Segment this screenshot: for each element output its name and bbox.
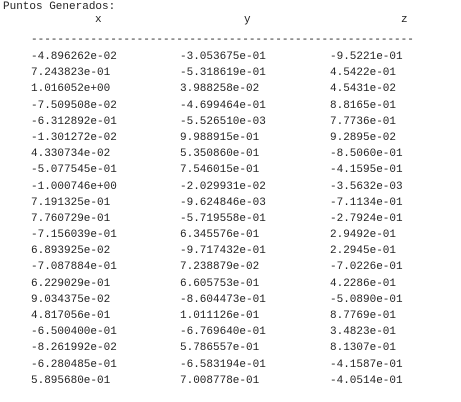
cell-x: -6.312892e-01 [31, 115, 117, 128]
cell-z: -8.5060e-01 [330, 148, 403, 161]
cell-z: -3.5632e-03 [330, 180, 403, 193]
cell-y: -5.526510e-03 [180, 115, 266, 128]
cell-x: -6.500400e-01 [31, 326, 117, 339]
cell-z: 2.9492e-01 [330, 229, 397, 242]
cell-x: 4.330734e-02 [31, 148, 111, 161]
cell-y: 5.350860e-01 [180, 148, 260, 161]
cell-x: 5.895680e-01 [31, 374, 111, 387]
cell-y: -2.029931e-02 [180, 180, 266, 193]
cell-z: 4.2286e-01 [330, 277, 397, 290]
table-row: -6.500400e-01 -6.769640e-01 3.4823e-01 [3, 324, 461, 340]
cell-x: 9.034375e-02 [31, 293, 111, 306]
table-row: -6.280485e-01 -6.583194e-01 -4.1587e-01 [3, 357, 461, 373]
cell-y: -9.624846e-03 [180, 196, 266, 209]
cell-z: -4.1595e-01 [330, 164, 403, 177]
cell-x: 7.243823e-01 [31, 67, 111, 80]
separator-line: ----------------------------------------… [31, 34, 414, 46]
cell-z: -7.0226e-01 [330, 261, 403, 274]
cell-x: -1.301272e-02 [31, 131, 117, 144]
cell-z: -4.1587e-01 [330, 358, 403, 371]
cell-x: 6.893925e-02 [31, 245, 111, 258]
table-row: 9.034375e-02 -8.604473e-01 -5.0890e-01 [3, 292, 461, 308]
cell-x: -7.156039e-01 [31, 229, 117, 242]
header-x: x [95, 14, 102, 26]
table-row: -1.301272e-02 9.988915e-01 9.2895e-02 [3, 130, 461, 146]
cell-y: 3.988258e-02 [180, 83, 260, 96]
cell-y: 7.008778e-01 [180, 374, 260, 387]
cell-x: -6.280485e-01 [31, 358, 117, 371]
cell-z: -7.1134e-01 [330, 196, 403, 209]
cell-z: 2.2945e-01 [330, 245, 397, 258]
cell-y: -6.583194e-01 [180, 358, 266, 371]
cell-z: 8.7769e-01 [330, 310, 397, 322]
table-row: 6.893925e-02 -9.717432e-01 2.2945e-01 [3, 243, 461, 259]
table-row: 5.895680e-01 7.008778e-01 -4.0514e-01 [3, 373, 461, 389]
cell-y: 7.546015e-01 [180, 164, 260, 177]
table-row: 7.760729e-01 -5.719558e-01 -2.7924e-01 [3, 211, 461, 227]
points-table: -4.896262e-02 -3.053675e-01 -9.5221e-01 7.2… [3, 49, 461, 389]
table-row: -5.077545e-01 7.546015e-01 -4.1595e-01 [3, 162, 461, 178]
header-z: z [401, 14, 408, 26]
cell-z: 9.2895e-02 [330, 131, 397, 144]
cell-z: 8.8165e-01 [330, 99, 397, 112]
table-row: 6.229029e-01 6.605753e-01 4.2286e-01 [3, 276, 461, 292]
cell-y: 9.988915e-01 [180, 131, 260, 144]
cell-z: -4.0514e-01 [330, 374, 403, 387]
table-row: -7.087884e-01 7.238879e-02 -7.0226e-01 [3, 259, 461, 275]
table-row: 7.191325e-01 -9.624846e-03 -7.1134e-01 [3, 195, 461, 211]
table-row: -1.000746e+00 -2.029931e-02 -3.5632e-03 [3, 179, 461, 195]
cell-x: 7.191325e-01 [31, 196, 111, 209]
output-title: Puntos Generados: [3, 1, 116, 13]
cell-y: -5.719558e-01 [180, 212, 266, 225]
cell-x: -1.000746e+00 [31, 180, 117, 193]
cell-y: -9.717432e-01 [180, 245, 266, 258]
cell-z: 8.1307e-01 [330, 342, 397, 355]
table-row: -4.896262e-02 -3.053675e-01 -9.5221e-01 [3, 49, 461, 65]
cell-y: -8.604473e-01 [180, 293, 266, 306]
cell-z: 4.5431e-02 [330, 83, 397, 96]
table-row: 7.243823e-01 -5.318619e-01 4.5422e-01 [3, 65, 461, 81]
cell-z: -2.7924e-01 [330, 212, 403, 225]
cell-x: -5.077545e-01 [31, 164, 117, 177]
cell-y: -4.699464e-01 [180, 99, 266, 112]
cell-x: -7.087884e-01 [31, 261, 117, 274]
table-row: -6.312892e-01 -5.526510e-03 7.7736e-01 [3, 114, 461, 130]
cell-z: -5.0890e-01 [330, 293, 403, 306]
cell-x: -7.509508e-02 [31, 99, 117, 112]
table-row: -7.509508e-02 -4.699464e-01 8.8165e-01 [3, 98, 461, 114]
cell-y: 6.345576e-01 [180, 229, 260, 242]
cell-y: 1.011126e-01 [180, 310, 260, 322]
column-headers: x y z [3, 14, 461, 31]
cell-y: 7.238879e-02 [180, 261, 260, 274]
cell-y: -3.053675e-01 [180, 51, 266, 63]
cell-z: -9.5221e-01 [330, 51, 403, 63]
table-row: 4.330734e-02 5.350860e-01 -8.5060e-01 [3, 146, 461, 162]
cell-z: 3.4823e-01 [330, 326, 397, 339]
header-y: y [244, 14, 251, 26]
cell-x: 6.229029e-01 [31, 277, 111, 290]
cell-y: -5.318619e-01 [180, 67, 266, 80]
cell-x: 1.016052e+00 [31, 83, 111, 96]
table-row: -8.261992e-02 5.786557e-01 8.1307e-01 [3, 340, 461, 356]
cell-y: -6.769640e-01 [180, 326, 266, 339]
cell-x: 4.817056e-01 [31, 310, 111, 322]
cell-x: -4.896262e-02 [31, 51, 117, 63]
cell-z: 4.5422e-01 [330, 67, 397, 80]
table-row: 4.817056e-01 1.011126e-01 8.7769e-01 [3, 308, 461, 324]
cell-x: 7.760729e-01 [31, 212, 111, 225]
cell-z: 7.7736e-01 [330, 115, 397, 128]
cell-x: -8.261992e-02 [31, 342, 117, 355]
table-row: -7.156039e-01 6.345576e-01 2.9492e-01 [3, 227, 461, 243]
cell-y: 6.605753e-01 [180, 277, 260, 290]
console-output: Puntos Generados: x y z ----------------… [0, 0, 461, 402]
table-row: 1.016052e+00 3.988258e-02 4.5431e-02 [3, 81, 461, 97]
cell-y: 5.786557e-01 [180, 342, 260, 355]
